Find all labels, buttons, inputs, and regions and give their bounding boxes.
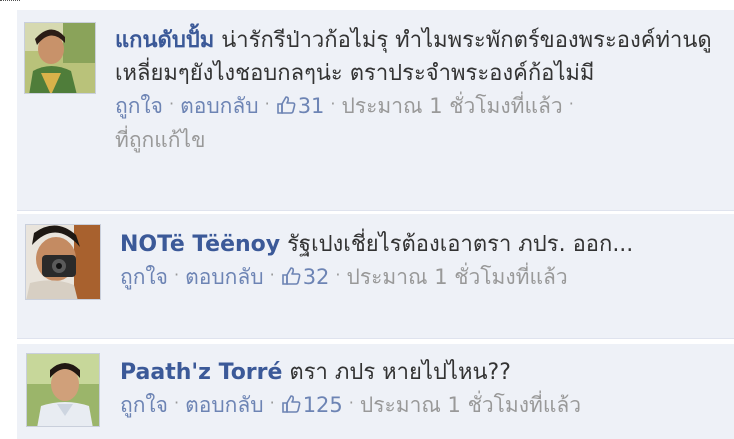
like-link[interactable]: ถูกใจ [120, 393, 168, 417]
comment-item: แกนดับปั้ม น่ารักรีป่าวก้อไม่รุ ทำไมพระพ… [17, 10, 734, 211]
avatar-image [26, 225, 100, 299]
separator: · [174, 393, 180, 412]
like-count[interactable]: 125 [303, 393, 343, 417]
avatar-image [25, 23, 95, 93]
separator: · [348, 393, 354, 412]
comment-text-block: NOTë Tëënoy รัฐเปงเชี่ยไรต้องเอาตรา ภปร.… [120, 228, 730, 261]
thumbs-up-icon[interactable] [281, 394, 301, 414]
reply-link[interactable]: ตอบกลับ [185, 265, 264, 289]
separator: · [269, 265, 275, 284]
thumbs-up-icon[interactable] [281, 266, 301, 286]
edited-label[interactable]: ที่ถูกแก้ไข [115, 128, 205, 152]
comment-actions: ถูกใจ · ตอบกลับ · 125 · ประมาณ 1 ชั่วโมงที่แล้… [120, 389, 730, 423]
timestamp[interactable]: ประมาณ 1 ชั่วโมงที่แล้ว [347, 265, 568, 289]
comment-body: Paath'z Torré ตรา ภปร หายไปไหน?? ถูกใจ · ต… [120, 356, 730, 423]
comment-body: แกนดับปั้ม น่ารักรีป่าวก้อไม่รุ ทำไมพระพ… [115, 24, 730, 156]
comment-item: Paath'z Torré ตรา ภปร หายไปไหน?? ถูกใจ · ต… [17, 344, 734, 439]
comment-text-block: Paath'z Torré ตรา ภปร หายไปไหน?? [120, 356, 730, 389]
reply-link[interactable]: ตอบกลับ [180, 94, 259, 118]
separator: · [568, 94, 574, 113]
timestamp[interactable]: ประมาณ 1 ชั่วโมงที่แล้ว [360, 393, 581, 417]
comment-actions: ถูกใจ · ตอบกลับ · 31 · ประมาณ 1 ชั่วโมงที่แล้ว… [115, 90, 730, 156]
avatar-image [27, 354, 99, 426]
avatar[interactable] [25, 224, 101, 300]
separator: · [330, 94, 336, 113]
comment-author[interactable]: NOTë Tëënoy [120, 232, 280, 257]
comment-actions: ถูกใจ · ตอบกลับ · 32 · ประมาณ 1 ชั่วโมงที่แล้ว [120, 261, 730, 295]
timestamp[interactable]: ประมาณ 1 ชั่วโมงที่แล้ว [342, 94, 563, 118]
separator: · [174, 265, 180, 284]
comment-author[interactable]: แกนดับปั้ม [115, 28, 214, 53]
comment-body: NOTë Tëënoy รัฐเปงเชี่ยไรต้องเอาตรา ภปร.… [120, 228, 730, 295]
like-count[interactable]: 32 [303, 265, 330, 289]
truncated-dots [0, 0, 20, 5]
thumbs-up-icon[interactable] [276, 95, 296, 115]
reply-link[interactable]: ตอบกลับ [185, 393, 264, 417]
like-link[interactable]: ถูกใจ [120, 265, 168, 289]
separator: · [264, 94, 270, 113]
like-count[interactable]: 31 [298, 94, 325, 118]
separator: · [335, 265, 341, 284]
separator: · [169, 94, 175, 113]
separator: · [269, 393, 275, 412]
comment-text-block: แกนดับปั้ม น่ารักรีป่าวก้อไม่รุ ทำไมพระพ… [115, 24, 730, 90]
comment-author[interactable]: Paath'z Torré [120, 360, 282, 385]
comment-text: รัฐเปงเชี่ยไรต้องเอาตรา ภปร. ออก... [280, 232, 634, 257]
comment-text: ตรา ภปร หายไปไหน?? [282, 360, 511, 385]
like-link[interactable]: ถูกใจ [115, 94, 163, 118]
avatar[interactable] [26, 353, 100, 427]
comment-item: NOTë Tëënoy รัฐเปงเชี่ยไรต้องเอาตรา ภปร.… [17, 214, 734, 339]
avatar[interactable] [24, 22, 96, 94]
